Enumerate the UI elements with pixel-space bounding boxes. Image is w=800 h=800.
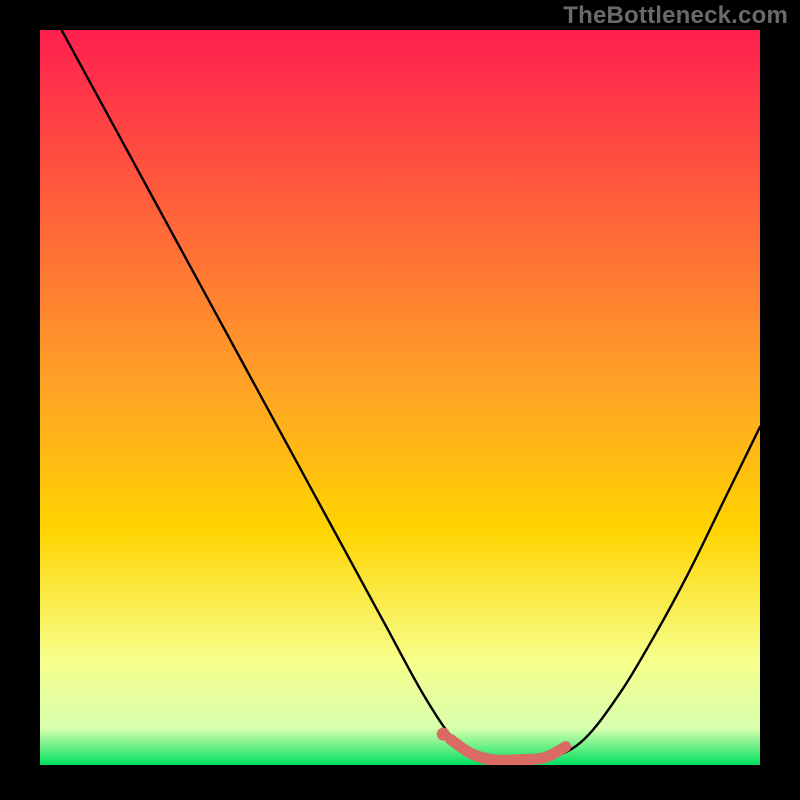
optimal-point-marker xyxy=(437,728,450,741)
chart-svg xyxy=(40,30,760,765)
chart-plot-area xyxy=(40,30,760,765)
chart-frame: TheBottleneck.com xyxy=(0,0,800,800)
watermark-text: TheBottleneck.com xyxy=(563,2,788,30)
